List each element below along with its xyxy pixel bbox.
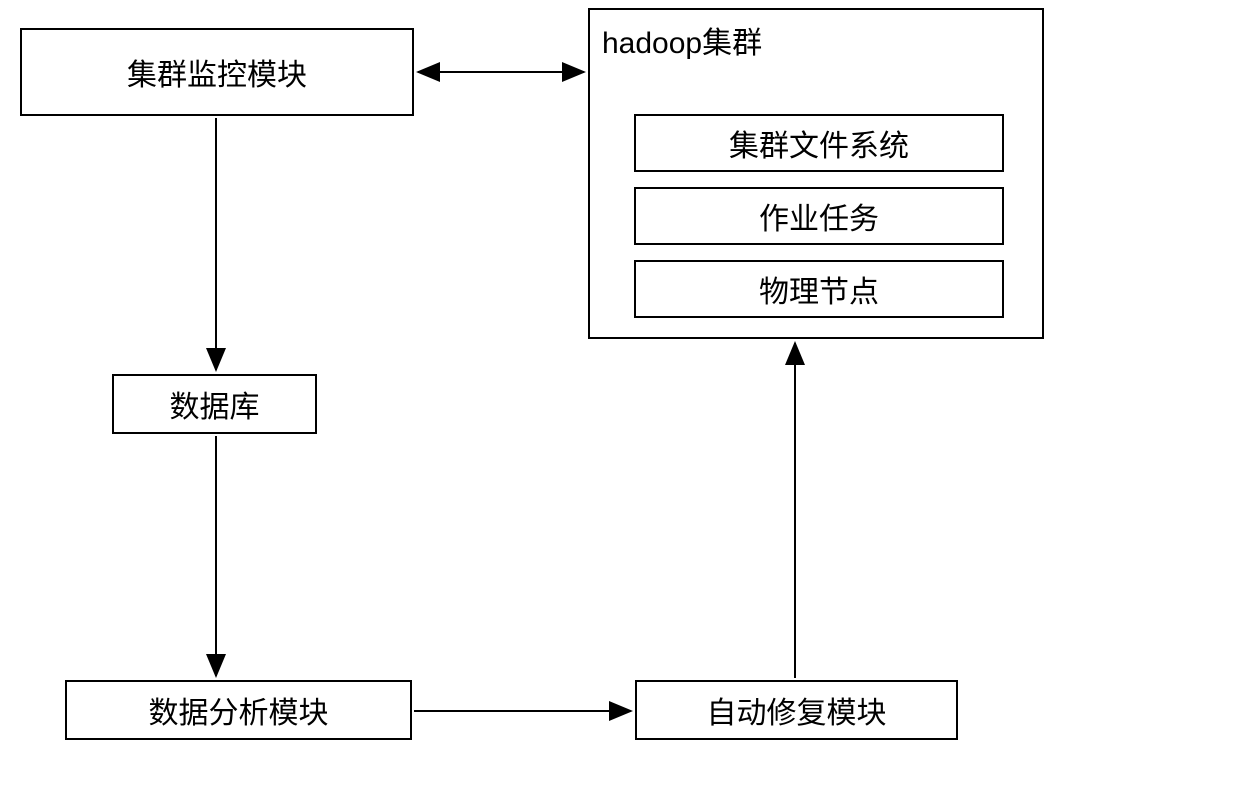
cluster-file-system-label: 集群文件系统 [729, 121, 909, 165]
cluster-file-system-box: 集群文件系统 [634, 114, 1004, 172]
database-label: 数据库 [170, 382, 260, 426]
monitor-module-box: 集群监控模块 [20, 28, 414, 116]
hadoop-cluster-title: hadoop集群 [602, 18, 762, 62]
data-analysis-box: 数据分析模块 [65, 680, 412, 740]
monitor-module-label: 集群监控模块 [127, 50, 307, 94]
database-box: 数据库 [112, 374, 317, 434]
data-analysis-label: 数据分析模块 [149, 688, 329, 732]
physical-node-box: 物理节点 [634, 260, 1004, 318]
job-task-label: 作业任务 [759, 194, 879, 238]
auto-repair-label: 自动修复模块 [707, 688, 887, 732]
hadoop-cluster-container: hadoop集群 集群文件系统 作业任务 物理节点 [588, 8, 1044, 339]
auto-repair-box: 自动修复模块 [635, 680, 958, 740]
job-task-box: 作业任务 [634, 187, 1004, 245]
physical-node-label: 物理节点 [759, 267, 879, 311]
